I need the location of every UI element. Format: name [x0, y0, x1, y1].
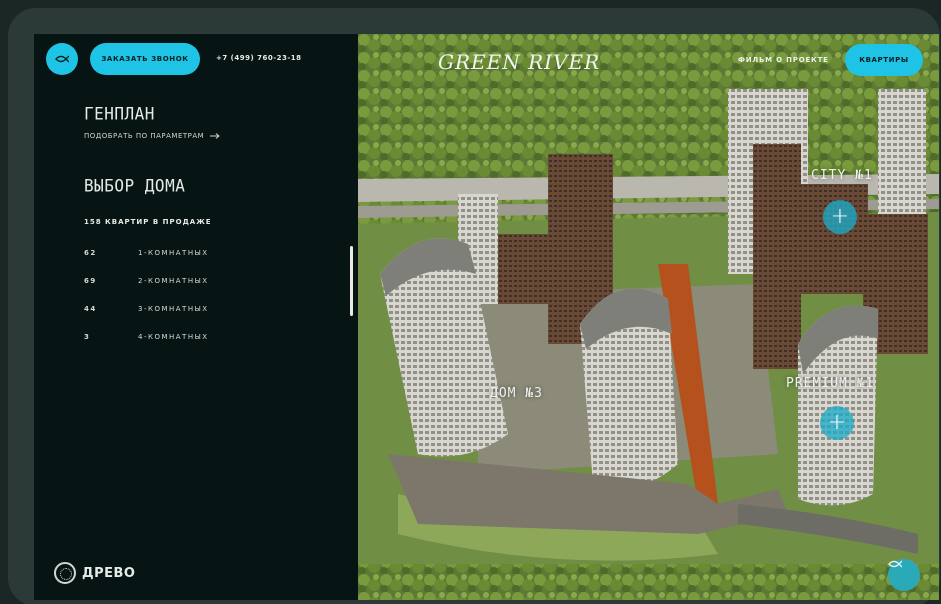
phone-number[interactable]: +7 (499) 760-23-18: [216, 54, 302, 62]
drevo-logo-icon: [54, 562, 76, 584]
building-label-city: СITY №1: [811, 168, 873, 183]
building-plus-city[interactable]: +: [823, 200, 857, 234]
brand[interactable]: ДРЕВО: [54, 562, 135, 584]
aerial-render: [358, 34, 939, 600]
green-river-logo[interactable]: GREEN RIVER: [438, 50, 600, 74]
call-request-button[interactable]: ЗАКАЗАТЬ ЗВОНОК: [90, 43, 200, 75]
apartment-type: 3-КОМНАТНЫХ: [138, 305, 209, 313]
chat-button[interactable]: [888, 559, 920, 591]
filter-link[interactable]: ПОДОБРАТЬ ПО ПАРАМЕТРАМ: [84, 132, 220, 140]
tablet-frame: ЗАКАЗАТЬ ЗВОНОК +7 (499) 760-23-18 ГЕНПЛ…: [8, 8, 940, 604]
genplan-title: ГЕНПЛАН: [84, 103, 155, 124]
plus-icon: +: [830, 204, 850, 229]
fish-logo-icon: [55, 55, 69, 63]
brand-name: ДРЕВО: [82, 565, 136, 581]
apartments-button[interactable]: КВАРТИРЫ: [845, 44, 923, 76]
building-label-premium: PREMIUM №1: [786, 376, 875, 391]
project-film-link[interactable]: ФИЛЬМ О ПРОЕКТЕ: [738, 56, 829, 64]
plus-icon: +: [827, 410, 847, 435]
house-select-title: ВЫБОР ДОМА: [84, 175, 186, 196]
apartment-type: 4-КОМНАТНЫХ: [138, 333, 209, 341]
apartment-row-2room[interactable]: 69 2-КОМНАТНЫХ: [84, 277, 209, 289]
scrollbar[interactable]: [350, 246, 353, 316]
apartment-type: 2-КОМНАТНЫХ: [138, 277, 209, 285]
building-plus-premium[interactable]: +: [820, 406, 854, 440]
arrow-right-icon: [210, 133, 220, 139]
apartment-type: 1-КОМНАТНЫХ: [138, 249, 209, 257]
apartment-row-3room[interactable]: 44 3-КОМНАТНЫХ: [84, 305, 209, 317]
filter-link-label: ПОДОБРАТЬ ПО ПАРАМЕТРАМ: [84, 132, 205, 140]
sidebar: ЗАКАЗАТЬ ЗВОНОК +7 (499) 760-23-18 ГЕНПЛ…: [34, 34, 358, 600]
fish-logo-icon: [888, 560, 902, 568]
aerial-masterplan[interactable]: GREEN RIVER ФИЛЬМ О ПРОЕКТЕ КВАРТИРЫ СIT…: [358, 34, 939, 600]
sale-summary: 158 КВАРТИР В ПРОДАЖЕ: [84, 218, 212, 226]
apartment-count: 3: [84, 333, 91, 341]
building-label-dom: ДОМ №3: [490, 386, 543, 401]
apartment-row-1room[interactable]: 62 1-КОМНАТНЫХ: [84, 249, 209, 261]
apartment-count: 62: [84, 249, 97, 257]
apartment-row-4room[interactable]: 3 4-КОМНАТНЫХ: [84, 333, 209, 345]
apartment-count: 69: [84, 277, 97, 285]
menu-button[interactable]: [46, 43, 78, 75]
screen: ЗАКАЗАТЬ ЗВОНОК +7 (499) 760-23-18 ГЕНПЛ…: [34, 34, 939, 600]
apartment-count: 44: [84, 305, 97, 313]
